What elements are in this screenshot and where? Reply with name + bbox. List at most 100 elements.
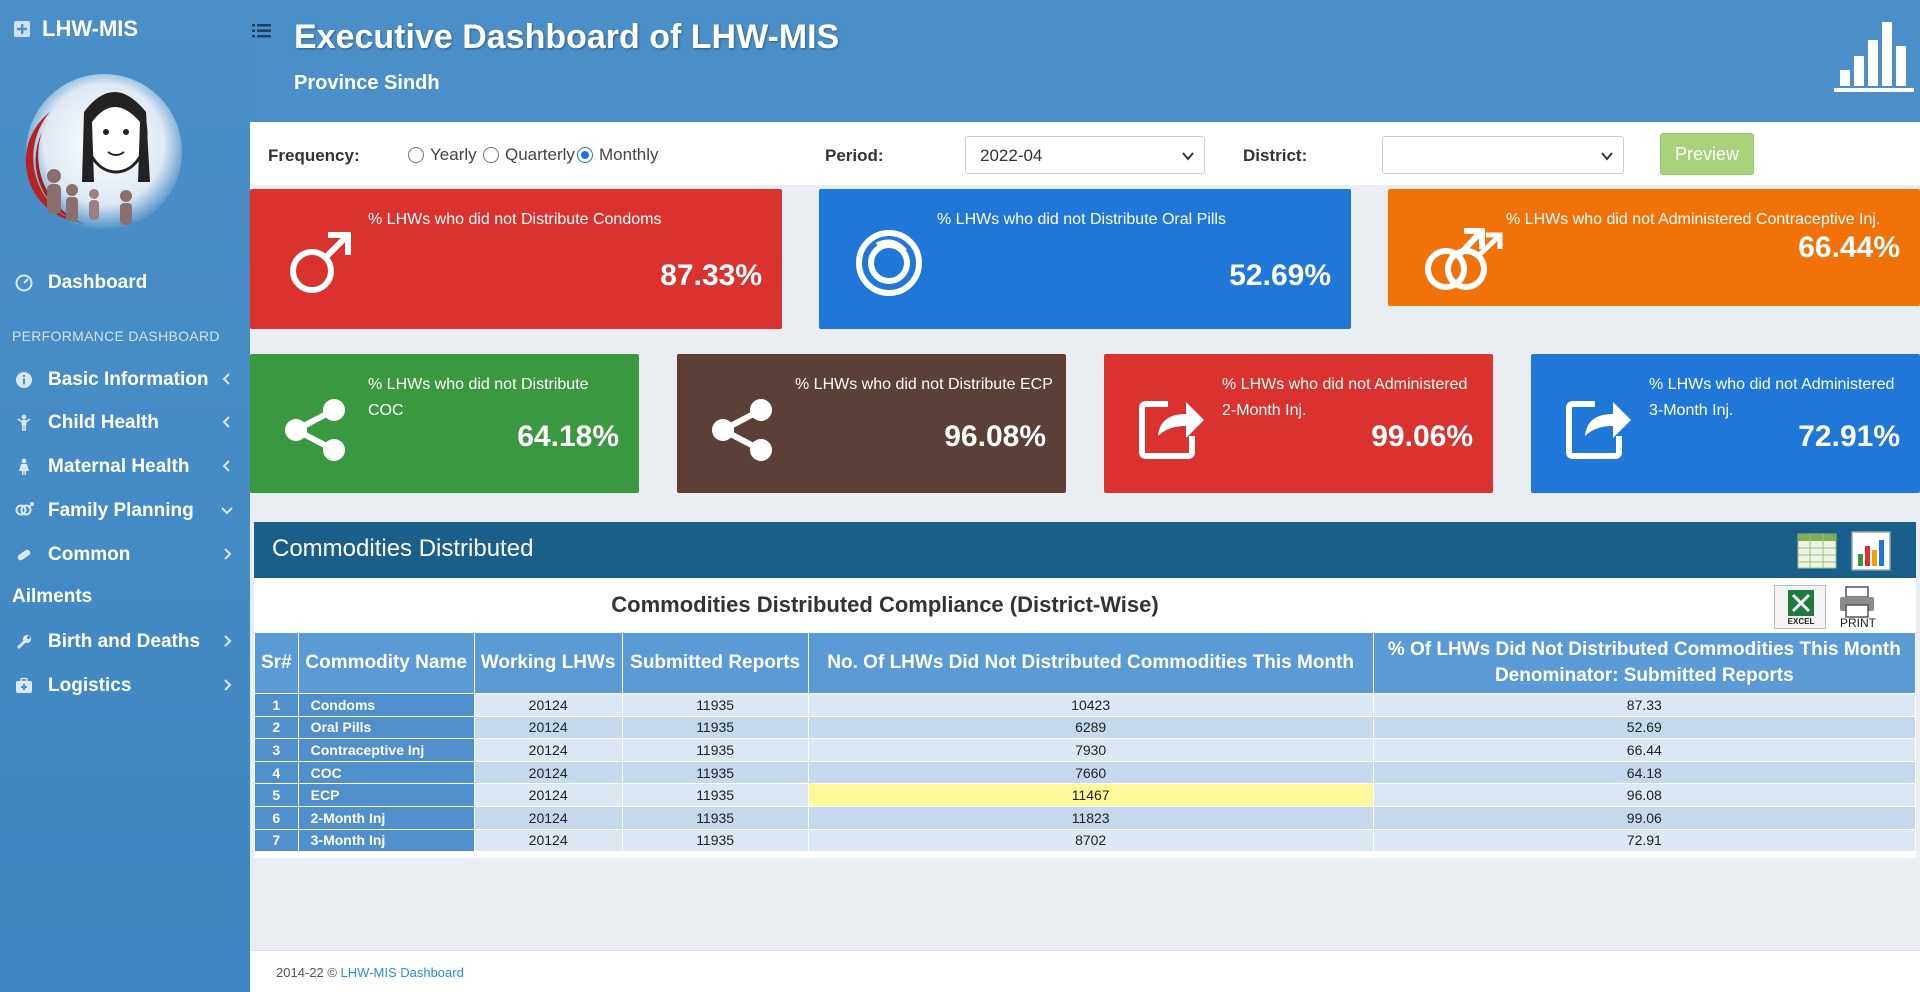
nav-common[interactable]: Common — [0, 538, 250, 572]
chart-view-icon[interactable] — [1850, 530, 1892, 572]
nav-dashboard[interactable]: Dashboard — [0, 266, 250, 300]
kpi-card-coc[interactable]: % LHWs who did not Distribute COC 64.18% — [250, 354, 639, 493]
cell-sr: 4 — [254, 760, 299, 785]
kpi-card-contraceptive-inj[interactable]: % LHWs who did not Administered Contrace… — [1388, 189, 1920, 306]
cell-sr: 2 — [254, 715, 299, 740]
footer-copyright: 2014-22 © — [276, 965, 341, 980]
table-title: Commodities Distributed Compliance (Dist… — [611, 592, 1159, 617]
nav-maternal-health[interactable]: Maternal Health — [0, 450, 250, 484]
page-title: Executive Dashboard of LHW-MIS — [294, 18, 840, 56]
chevron-down-icon — [1601, 152, 1613, 161]
cell-commodity-name: 3-Month Inj — [297, 828, 475, 853]
kpi-value: 52.69% — [1229, 259, 1331, 292]
radio-label: Monthly — [599, 145, 659, 164]
page-header: Executive Dashboard of LHW-MIS Province … — [250, 0, 1920, 122]
nav-label: Family Planning — [48, 500, 194, 521]
table-row: 1 Condoms 20124 11935 10423 87.33 — [254, 693, 1917, 717]
radio-label: Yearly — [430, 145, 477, 164]
kpi-card-3-month-inj[interactable]: % LHWs who did not Administered 3-Month … — [1531, 354, 1920, 493]
cell-percent: 96.08 — [1372, 783, 1917, 807]
cell-sr: 6 — [254, 805, 299, 830]
table-view-icon[interactable] — [1796, 530, 1838, 572]
kpi-card-oral-pills[interactable]: % LHWs who did not Distribute Oral Pills… — [819, 189, 1351, 329]
radio-button[interactable] — [408, 147, 424, 163]
col-not-distributed: No. Of LHWs Did Not Distributed Commodit… — [807, 632, 1374, 694]
chevron-right-icon — [224, 548, 232, 560]
nav-section-header: PERFORMANCE DASHBOARD — [12, 328, 220, 344]
cell-not-distributed: 6289 — [807, 715, 1374, 740]
pill-packet-icon — [856, 230, 922, 296]
filter-bar: Frequency: Yearly Quarterly Monthly Peri… — [250, 122, 1920, 185]
district-label: District: — [1243, 146, 1308, 165]
kpi-label: % LHWs who did not Administered 3-Month … — [1649, 376, 1895, 419]
kpi-card-2-month-inj[interactable]: % LHWs who did not Administered 2-Month … — [1104, 354, 1493, 493]
commodities-panel-header: Commodities Distributed — [254, 522, 1916, 578]
kpi-value: 64.18% — [517, 420, 619, 453]
cell-working-lhws: 20124 — [473, 828, 623, 853]
cell-commodity-name: 2-Month Inj — [297, 805, 475, 830]
bar-chart-icon — [1834, 22, 1914, 92]
cell-working-lhws: 20124 — [473, 805, 623, 830]
cell-not-distributed: 7930 — [807, 738, 1374, 762]
chevron-down-icon — [1182, 152, 1194, 161]
preview-button[interactable]: Preview — [1660, 133, 1754, 175]
cell-commodity-name: ECP — [297, 783, 475, 807]
cell-percent: 87.33 — [1372, 693, 1917, 717]
nav-family-planning[interactable]: Family Planning — [0, 494, 250, 528]
radio-label: Quarterly — [505, 145, 575, 164]
nav-child-health[interactable]: Child Health — [0, 406, 250, 440]
kpi-label: % LHWs who did not Distribute Condoms — [368, 211, 662, 228]
cell-commodity-name: Condoms — [297, 693, 475, 717]
gauge-icon — [14, 273, 34, 293]
footer-link[interactable]: LHW-MIS Dashboard — [341, 965, 464, 980]
radio-button-selected[interactable] — [577, 147, 593, 163]
kpi-value: 96.08% — [944, 420, 1046, 453]
female-icon — [14, 457, 34, 477]
cell-working-lhws: 20124 — [473, 760, 623, 785]
period-select[interactable]: 2022-04 — [965, 136, 1205, 174]
nav-birth-and-deaths[interactable]: Birth and Deaths — [0, 625, 250, 659]
cell-percent: 72.91 — [1372, 828, 1917, 853]
radio-quarterly[interactable]: Quarterly — [483, 145, 575, 165]
brand[interactable]: LHW-MIS — [12, 16, 138, 42]
kpi-card-condoms[interactable]: % LHWs who did not Distribute Condoms 87… — [250, 189, 782, 329]
radio-button[interactable] — [483, 147, 499, 163]
nav-basic-information[interactable]: Basic Information — [0, 363, 250, 397]
cell-percent: 66.44 — [1372, 738, 1917, 762]
cell-submitted-reports: 11935 — [621, 828, 809, 853]
lhw-logo — [14, 72, 182, 240]
panel-title: Commodities Distributed — [272, 535, 534, 562]
nav-logistics[interactable]: Logistics — [0, 669, 250, 703]
cell-not-distributed: 10423 — [807, 693, 1374, 717]
table-row: 2 Oral Pills 20124 11935 6289 52.69 — [254, 715, 1917, 740]
kpi-label: % LHWs who did not Administered 2-Month … — [1222, 376, 1468, 419]
col-working-lhws: Working LHWs — [473, 632, 623, 694]
chevron-down-icon — [221, 507, 233, 515]
print-button[interactable]: PRINT — [1832, 585, 1884, 630]
mars-double-icon — [1425, 228, 1503, 290]
nav-label: Maternal Health — [48, 456, 190, 477]
kpi-value: 72.91% — [1798, 420, 1900, 453]
chevron-left-icon — [222, 416, 230, 428]
excel-export-button[interactable]: EXCEL — [1774, 585, 1826, 629]
district-select[interactable] — [1382, 136, 1624, 174]
page-subtitle: Province Sindh — [294, 72, 440, 94]
radio-yearly[interactable]: Yearly — [408, 145, 477, 165]
menu-toggle-icon[interactable] — [252, 22, 274, 40]
col-submitted-reports: Submitted Reports — [621, 632, 809, 694]
sidebar: LHW-MIS Dashboard PERFORMANCE DASHBOARD — [0, 0, 250, 992]
cell-not-distributed: 8702 — [807, 828, 1374, 853]
cell-not-distributed: 11467 — [807, 783, 1374, 807]
commodities-table: Sr# Commodity Name Working LHWs Submitte… — [254, 632, 1917, 853]
page-footer: 2014-22 © LHW-MIS Dashboard — [250, 950, 1920, 992]
cell-percent: 52.69 — [1372, 715, 1917, 740]
cell-not-distributed: 11823 — [807, 805, 1374, 830]
nav-ailments-label[interactable]: Ailments — [12, 586, 92, 608]
period-value: 2022-04 — [980, 146, 1043, 165]
frequency-label: Frequency: — [268, 146, 360, 165]
print-label: PRINT — [1840, 616, 1876, 630]
kpi-card-ecp[interactable]: % LHWs who did not Distribute ECP 96.08% — [677, 354, 1066, 493]
cell-submitted-reports: 11935 — [621, 805, 809, 830]
col-commodity-name: Commodity Name — [297, 632, 475, 694]
radio-monthly[interactable]: Monthly — [577, 145, 659, 165]
